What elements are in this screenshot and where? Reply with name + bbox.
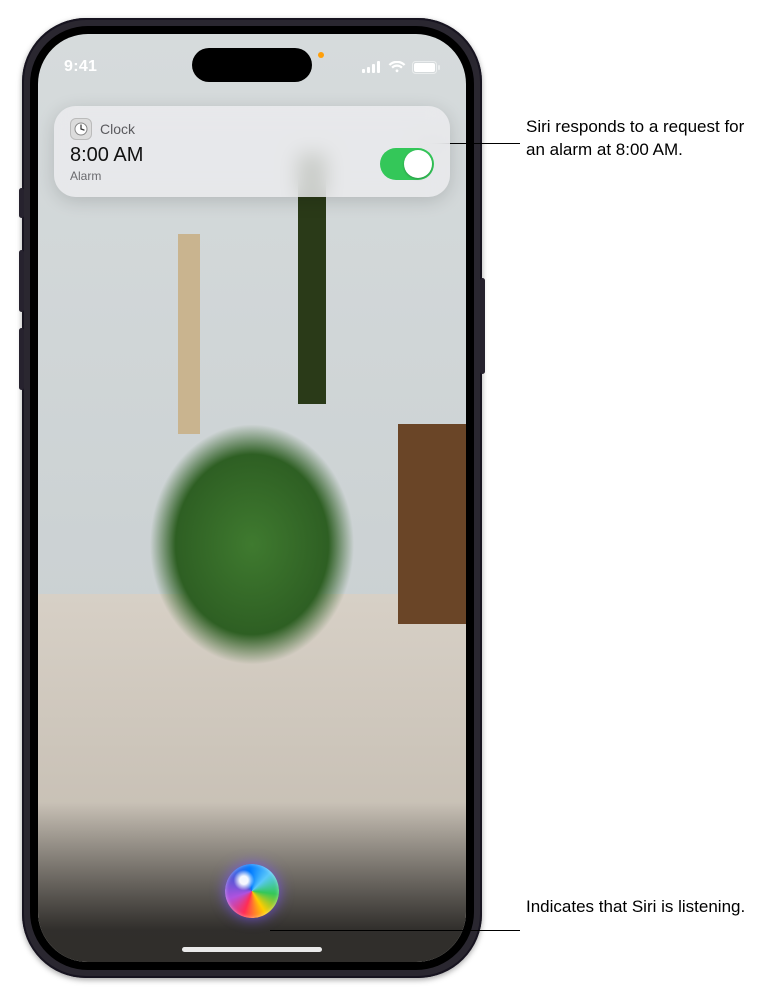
microphone-indicator-dot [318, 52, 324, 58]
status-time: 9:41 [64, 58, 97, 76]
iphone-screen: 9:41 [38, 34, 466, 962]
clock-app-icon [70, 118, 92, 140]
home-indicator[interactable] [182, 947, 322, 952]
status-right [362, 61, 440, 74]
alarm-time: 8:00 AM [70, 144, 143, 167]
callout-siri-orb: Indicates that Siri is listening. [526, 896, 745, 919]
clock-alarm-notification[interactable]: Clock 8:00 AM Alarm [54, 106, 450, 197]
callout-leader-line [270, 930, 520, 931]
battery-icon [412, 61, 440, 74]
wifi-icon [388, 61, 406, 73]
volume-down-button[interactable] [19, 328, 24, 390]
alarm-toggle[interactable] [380, 148, 434, 180]
side-power-button[interactable] [480, 278, 485, 374]
iphone-device-frame: 9:41 [22, 18, 482, 978]
cellular-signal-icon [362, 61, 382, 73]
volume-up-button[interactable] [19, 250, 24, 312]
notification-app-name: Clock [100, 121, 135, 137]
callout-alarm: Siri responds to a request for an alarm … [526, 116, 746, 162]
mute-switch[interactable] [19, 188, 24, 218]
dynamic-island[interactable] [192, 48, 312, 82]
alarm-info: 8:00 AM Alarm [70, 144, 143, 183]
siri-orb[interactable] [225, 864, 279, 918]
notification-header: Clock [70, 118, 434, 140]
alarm-label: Alarm [70, 169, 143, 183]
